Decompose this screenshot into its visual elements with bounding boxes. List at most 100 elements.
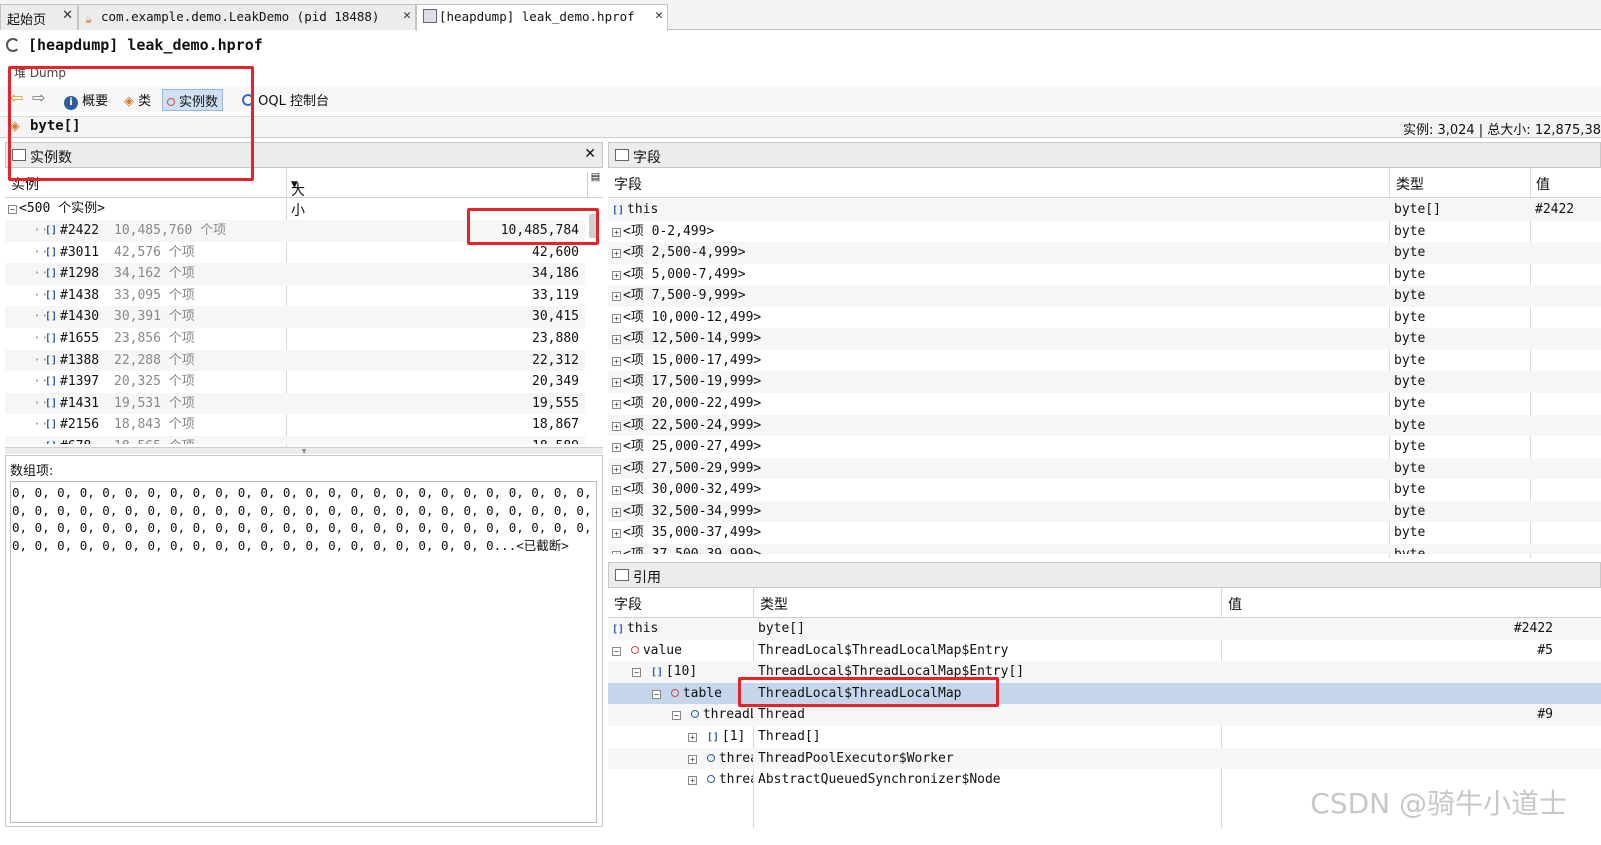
instance-size: 20,349 [532, 374, 579, 390]
expand-icon[interactable]: + [612, 507, 621, 517]
reference-row[interactable]: + [] [1] Thread[] [608, 726, 1601, 748]
expand-icon[interactable]: + [612, 421, 621, 431]
expand-icon[interactable]: + [612, 270, 621, 280]
watermark: CSDN @骑牛小道士 [1310, 787, 1567, 820]
tab-process[interactable]: ☕ com.example.demo.LeakDemo (pid 18488) ✕ [78, 4, 416, 30]
collapse-icon[interactable]: − [632, 668, 641, 678]
col-field[interactable]: 字段 [614, 174, 642, 194]
instance-row[interactable]: ··[]#67818,565 个项18,589 [5, 436, 585, 444]
array-icon: [] [45, 376, 58, 388]
collapse-icon[interactable]: − [672, 711, 681, 721]
truncated-label: <已截断> [516, 538, 569, 554]
field-row[interactable]: + <项 25,000-27,499> byte [608, 436, 1601, 458]
tab-heapdump[interactable]: [heapdump] leak_demo.hprof ✕ [416, 4, 668, 31]
field-name: <项 25,000-27,499> [623, 439, 762, 455]
field-row[interactable]: + <项 7,500-9,999> byte [608, 285, 1601, 307]
instance-id: #1438 [60, 287, 100, 303]
collapse-icon[interactable]: − [8, 205, 17, 214]
col-value[interactable]: 值 [1228, 594, 1242, 614]
field-type: byte [1394, 374, 1426, 390]
reference-row[interactable]: − threadL Thread #9 [608, 704, 1601, 726]
instance-row[interactable]: ··[] #1388 22,288 个项 22,312 [5, 349, 585, 372]
instance-items: 18,843 个项 [114, 417, 195, 433]
field-row[interactable]: + <项 20,000-22,499> byte [608, 393, 1601, 415]
instance-row[interactable]: ··[] #1655 23,856 个项 23,880 [5, 328, 585, 350]
tab-label: [heapdump] leak_demo.hprof [439, 9, 635, 24]
field-name: <项 35,000-37,499> [623, 525, 762, 541]
field-name: <项 0-2,499> [623, 223, 715, 239]
field-row[interactable]: + <项 17,500-19,999> byte [608, 371, 1601, 393]
reference-row[interactable]: − value ThreadLocal$ThreadLocalMap$Entry #… [608, 640, 1601, 662]
close-icon[interactable]: ✕ [403, 8, 411, 23]
close-icon[interactable]: ✕ [584, 146, 596, 162]
expand-icon[interactable]: + [612, 550, 621, 554]
close-icon[interactable]: ✕ [655, 8, 663, 23]
close-icon[interactable]: ✕ [62, 8, 73, 23]
instance-row[interactable]: ··[] #1298 34,162 个项 34,186 [5, 263, 585, 285]
field-type: byte [1394, 460, 1426, 476]
instance-row[interactable]: ··[] #2156 18,843 个项 18,867 [5, 414, 585, 436]
instance-size: 19,555 [532, 395, 579, 411]
field-reference-icon [690, 710, 699, 719]
field-row[interactable]: + <项 27,500-29,999> byte [608, 457, 1601, 480]
java-icon: ☕ [85, 12, 93, 26]
ref-name: [1] [721, 729, 746, 744]
reference-row[interactable]: + threa ThreadPoolExecutor$Worker [608, 747, 1601, 770]
array-icon: [] [45, 225, 58, 236]
expand-icon[interactable]: + [612, 378, 621, 388]
expand-icon[interactable]: + [688, 754, 697, 764]
array-values: 0, 0, 0, 0, 0, 0, 0, 0, 0, 0, 0, 0, 0, 0… [12, 485, 592, 554]
instance-row[interactable]: ··[] #1397 20,325 个项 20,349 [5, 371, 585, 393]
field-type: byte [1394, 417, 1426, 433]
field-row[interactable]: + <项 22,500-24,999> byte [608, 414, 1601, 437]
collapse-icon[interactable]: − [612, 646, 621, 656]
instance-size: 30,415 [532, 309, 579, 325]
expand-icon[interactable]: + [612, 356, 621, 366]
ref-value: #5 [1537, 642, 1553, 658]
col-type[interactable]: 类型 [1396, 174, 1424, 194]
expand-icon[interactable]: + [612, 486, 621, 496]
instance-id: #1298 [60, 266, 100, 282]
expand-icon[interactable]: + [612, 464, 621, 474]
field-name: <项 22,500-24,999> [623, 417, 762, 433]
field-row[interactable]: + <项 5,000-7,499> byte [608, 264, 1601, 286]
instance-items: 20,325 个项 [114, 374, 195, 390]
col-type[interactable]: 类型 [760, 594, 788, 614]
expand-icon[interactable]: + [612, 443, 621, 453]
field-name: <项 7,500-9,999> [623, 288, 746, 304]
instance-row[interactable]: ··[] #1431 19,531 个项 19,555 [5, 392, 585, 415]
col-field[interactable]: 字段 [614, 594, 642, 614]
field-row[interactable]: + <项 35,000-37,499> byte [608, 522, 1601, 544]
field-row[interactable]: + <项 15,000-17,499> byte [608, 350, 1601, 372]
expand-icon[interactable]: + [612, 529, 621, 539]
expand-icon[interactable]: + [612, 335, 621, 345]
field-row[interactable]: + <项 0-2,499> byte [608, 221, 1601, 243]
collapse-icon[interactable]: − [652, 689, 661, 699]
expand-icon[interactable]: + [612, 292, 621, 302]
expand-icon[interactable]: + [612, 249, 621, 259]
field-row[interactable]: [] this byte[] #2422 [608, 199, 1601, 221]
instance-row[interactable]: ··[] #1430 30,391 个项 30,415 [5, 306, 585, 328]
expand-icon[interactable]: + [612, 227, 621, 237]
col-value[interactable]: 值 [1536, 174, 1550, 194]
column-chooser-icon[interactable]: ▤ [587, 172, 603, 198]
class-stats: 实例: 3,024 | 总大小: 12,875,38 [1402, 123, 1601, 138]
field-row[interactable]: + <项 2,500-4,999> byte [608, 242, 1601, 264]
field-row[interactable]: +<项 37,500-39,999> byte [608, 543, 1601, 554]
expand-icon[interactable]: + [688, 733, 697, 742]
tab-label: 起始页 [7, 13, 47, 28]
refresh-icon[interactable] [6, 38, 20, 52]
instance-items: 10,485,760 个项 [114, 223, 227, 238]
tab-start-page[interactable]: 起始页 ✕ [0, 4, 78, 30]
instance-row[interactable]: ··[] #1438 33,095 个项 33,119 [5, 285, 585, 307]
reference-row[interactable]: [] this byte[] #2422 [608, 618, 1601, 640]
field-row[interactable]: + <项 30,000-32,499> byte [608, 479, 1601, 501]
field-row[interactable]: + <项 32,500-34,999> byte [608, 500, 1601, 523]
fields-column-header: 字段 类型 值 [608, 168, 1601, 198]
field-row[interactable]: + <项 12,500-14,999> byte [608, 328, 1601, 350]
expand-icon[interactable]: + [688, 776, 697, 786]
splitter-handle[interactable]: ▼ [5, 447, 603, 455]
expand-icon[interactable]: + [612, 399, 621, 409]
expand-icon[interactable]: + [612, 313, 621, 323]
field-row[interactable]: + <项 10,000-12,499> byte [608, 307, 1601, 329]
